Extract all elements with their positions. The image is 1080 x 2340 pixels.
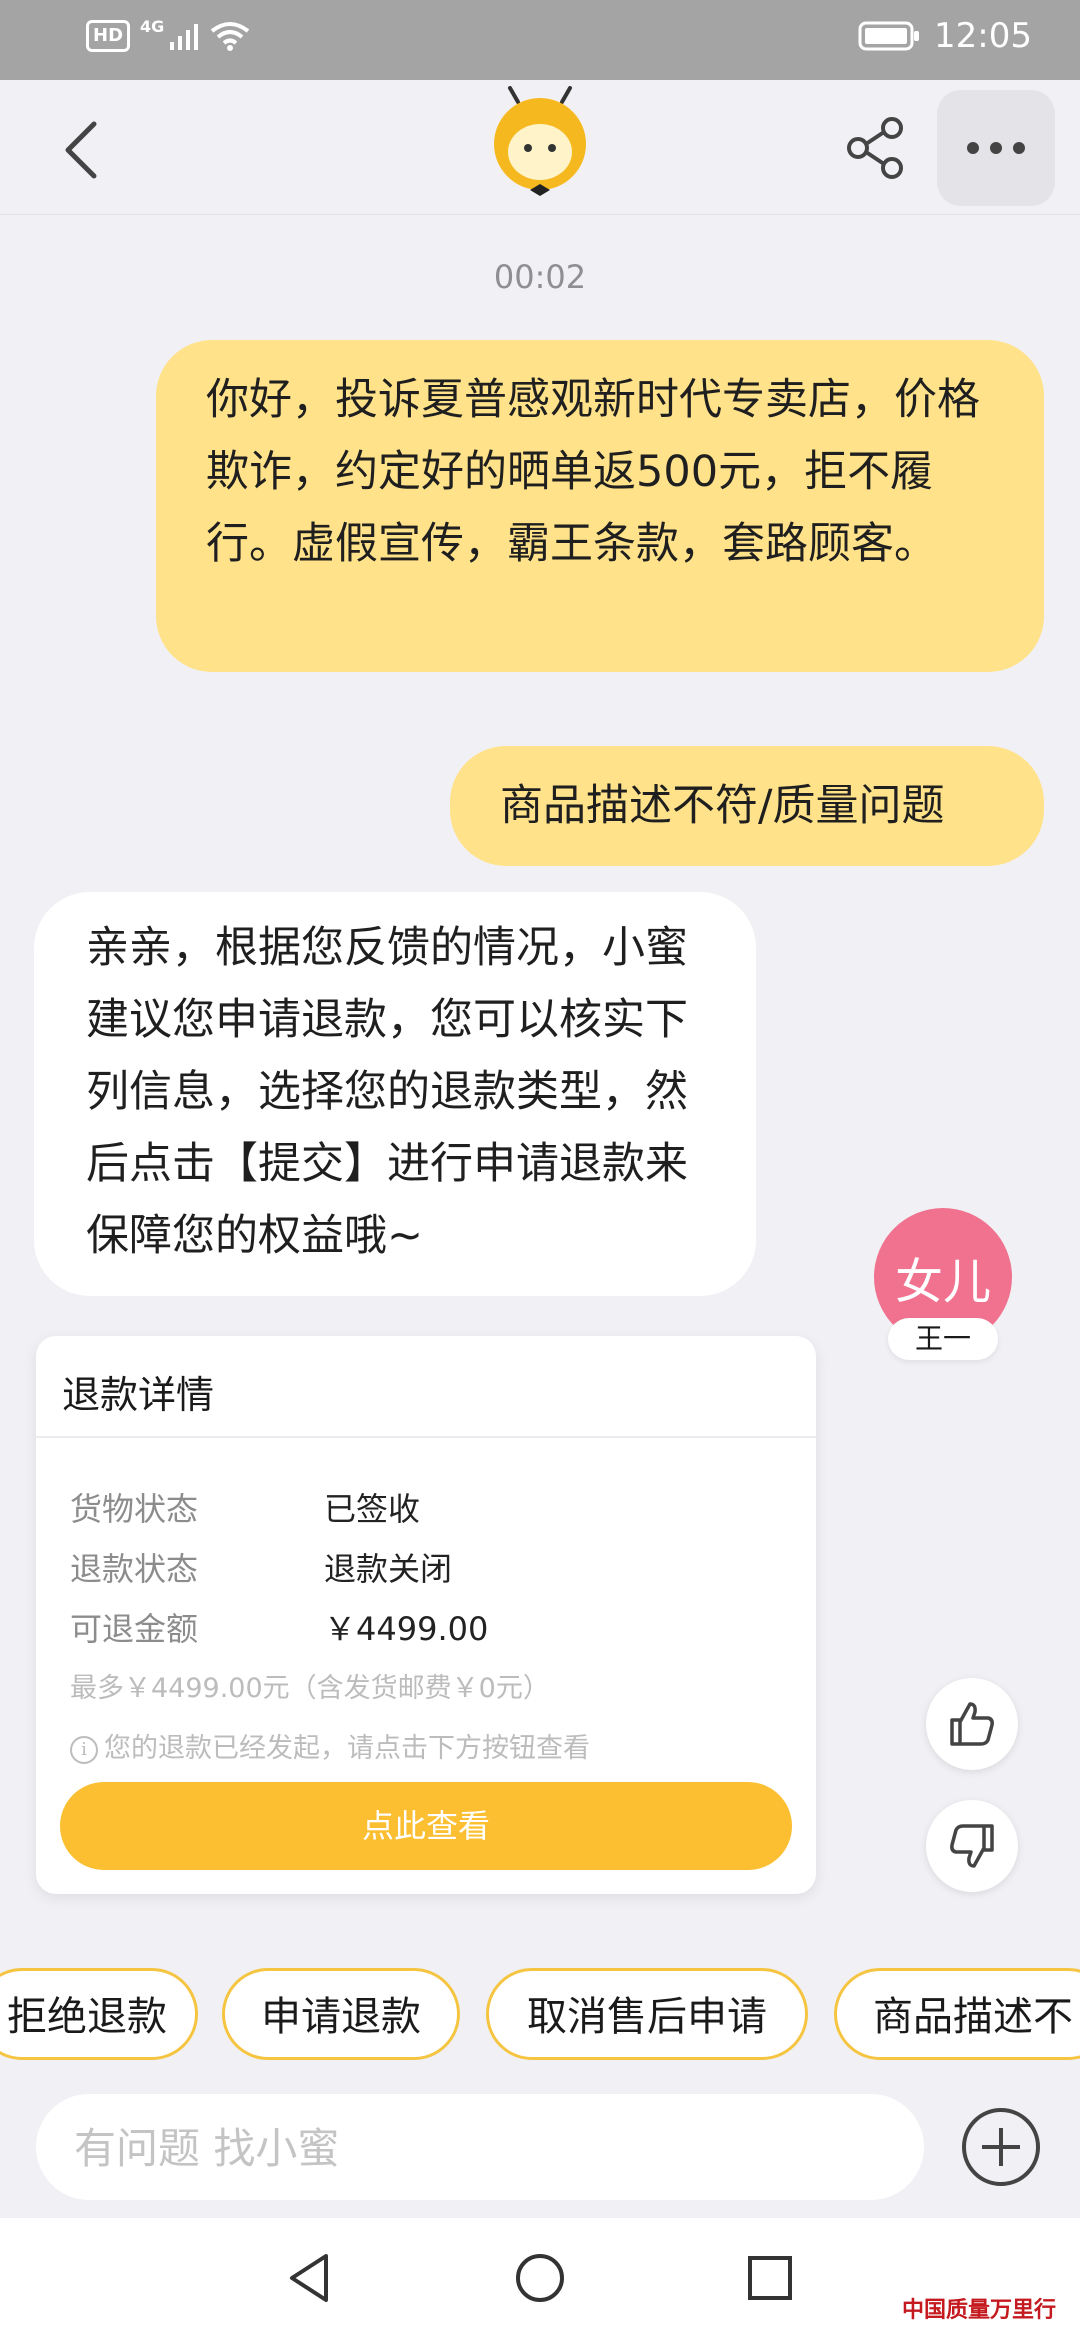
user-avatar-name: 王一 [888, 1318, 998, 1360]
info-icon: i [70, 1735, 98, 1764]
clock: 12:05 [934, 16, 1032, 56]
refund-details-card: 退款详情 货物状态 已签收 退款状态 退款关闭 可退金额 ￥4499.00 最多… [36, 1336, 816, 1894]
user-message-bubble: 商品描述不符/质量问题 [450, 746, 1044, 866]
quick-reply-description-mismatch[interactable]: 商品描述不 [834, 1968, 1080, 2060]
more-options-button[interactable] [937, 90, 1055, 206]
message-timestamp: 00:02 [493, 258, 587, 296]
goods-status-label: 货物状态 [70, 1490, 199, 1528]
refund-info-note: i 您的退款已经发起，请点击下方按钮查看 [70, 1726, 590, 1765]
hd-voice-icon: HD [86, 20, 131, 52]
user-message-bubble: 你好，投诉夏普感观新时代专卖店，价格欺诈，约定好的晒单返500元，拒不履行。虚假… [156, 340, 1044, 672]
card-title: 退款详情 [62, 1373, 215, 1417]
thumbs-down-icon [950, 1824, 994, 1868]
refund-info-text: 您的退款已经发起，请点击下方按钮查看 [104, 1733, 590, 1764]
status-bar: HD 4G 12:05 [0, 0, 1080, 80]
network-type: 4G [140, 16, 165, 36]
quick-reply-apply-refund[interactable]: 申请退款 [222, 1968, 460, 2060]
quick-reply-reject-refund[interactable]: 拒绝退款 [0, 1968, 198, 2060]
divider [36, 1436, 816, 1438]
nav-recents-icon[interactable] [740, 2248, 800, 2308]
watermark: 中国质量万里行 [902, 2297, 1057, 2323]
plus-icon[interactable] [960, 2106, 1042, 2188]
refund-status-value: 退款关闭 [324, 1550, 453, 1588]
quick-reply-cancel-aftersale[interactable]: 取消售后申请 [486, 1968, 808, 2060]
goods-status-value: 已签收 [324, 1490, 421, 1528]
thumbs-down-button[interactable] [926, 1800, 1018, 1892]
bee-mascot-logo-icon [494, 86, 586, 196]
thumbs-up-button[interactable] [926, 1678, 1018, 1770]
nav-bar [0, 80, 1080, 215]
nav-home-icon[interactable] [510, 2248, 570, 2308]
battery-icon [858, 21, 920, 51]
message-input-container [36, 2094, 924, 2202]
nav-back-icon[interactable] [280, 2248, 340, 2308]
max-refund-note: 最多￥4499.00元（含发货邮费￥0元） [70, 1673, 550, 1704]
refundable-amount-value: ￥4499.00 [324, 1610, 489, 1648]
refundable-amount-label: 可退金额 [70, 1610, 199, 1648]
share-icon[interactable] [846, 116, 906, 180]
bot-message-bubble: 亲亲，根据您反馈的情况，小蜜建议您申请退款，您可以核实下列信息，选择您的退款类型… [34, 892, 756, 1296]
back-icon[interactable] [62, 120, 102, 180]
refund-status-label: 退款状态 [70, 1550, 199, 1588]
more-dots-icon [967, 142, 1025, 154]
signal-icon [170, 24, 199, 50]
view-refund-button[interactable]: 点此查看 [60, 1782, 792, 1870]
wifi-icon [211, 22, 250, 51]
thumbs-up-icon [950, 1702, 994, 1746]
message-input[interactable] [72, 2094, 896, 2202]
